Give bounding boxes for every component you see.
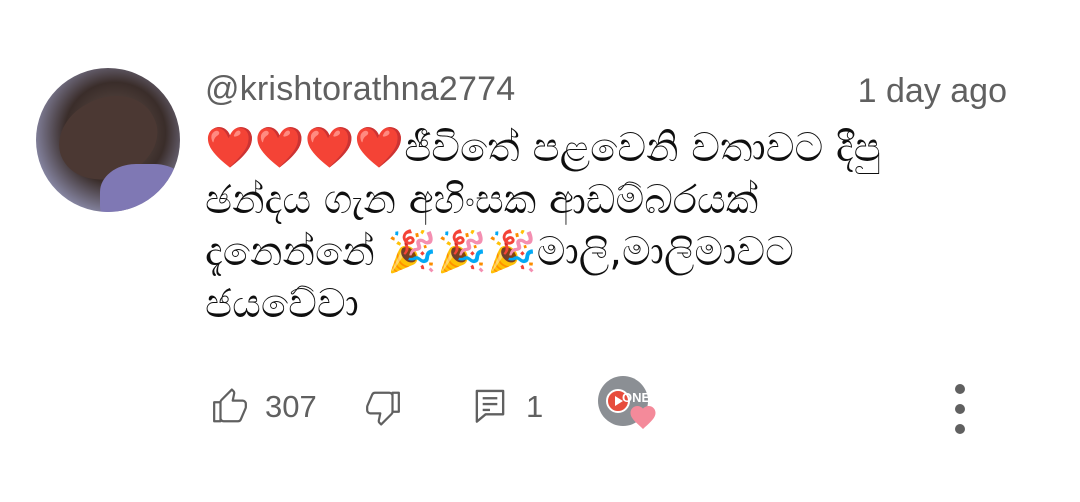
comment-line-2: ඡන්දය ගැන අහිංසක ආඩම්බරයක් [205, 177, 759, 223]
commenter-avatar[interactable] [36, 68, 180, 212]
more-options-button[interactable] [952, 384, 966, 434]
creator-heart-icon [630, 406, 656, 429]
more-vertical-icon [955, 384, 965, 394]
thumbs-down-icon [366, 391, 400, 426]
reply-button[interactable]: 1 [472, 388, 543, 426]
comment-line-4: ජයවේවා [205, 281, 359, 327]
reply-count: 1 [526, 389, 544, 424]
dislike-button[interactable] [364, 388, 402, 426]
comment-author[interactable]: @krishtorathna2774 [205, 70, 515, 109]
comment-line-1: ❤️❤️❤️❤️ජීවිතේ පළවෙනි වතාවට දීපු [205, 125, 881, 171]
reply-comment-icon [475, 389, 505, 423]
like-count: 307 [265, 389, 317, 424]
avatar-shirt [100, 164, 180, 212]
thumbs-up-icon [213, 388, 247, 423]
like-button[interactable]: 307 [211, 388, 317, 426]
comment-timestamp: 1 day ago [857, 72, 1007, 110]
creator-heart: ONE [598, 376, 662, 440]
comment-line-3: දැනෙන්නේ 🎉🎉🎉මාලි,මාලිමාවට [205, 229, 794, 275]
comment-actions: 307 1 ONE [0, 370, 1080, 450]
comment-text: ❤️❤️❤️❤️ජීවිතේ පළවෙනි වතාවට දීපු ඡන්දය ග… [205, 122, 925, 330]
